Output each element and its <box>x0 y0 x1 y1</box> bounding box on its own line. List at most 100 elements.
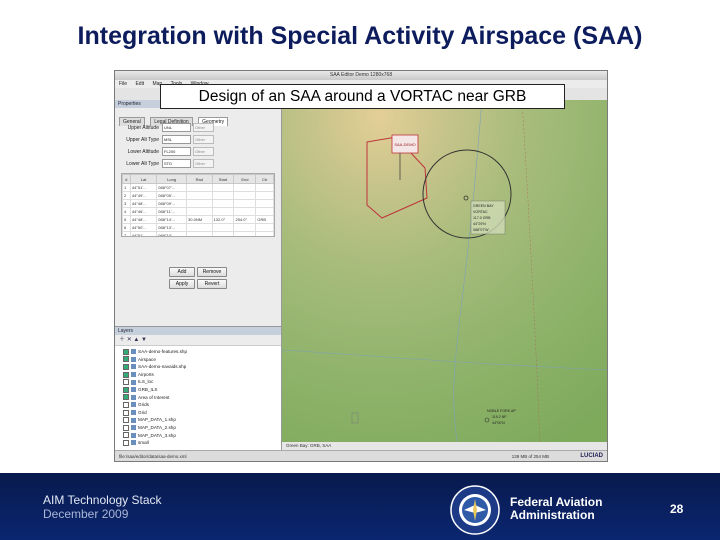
table-row[interactable]: 4 44°46'... 088°11'... <box>122 207 274 216</box>
page-number: 28 <box>670 502 684 516</box>
list-item[interactable]: Grids <box>123 401 281 409</box>
col-rad[interactable]: Rad <box>186 174 213 184</box>
table-cell <box>186 231 213 236</box>
table-cell: 088°07'... <box>156 183 188 192</box>
list-item[interactable]: Airports <box>123 371 281 379</box>
vertex-table-area[interactable]: # Lat Long Rad Start End Ctr 1 44°51'... 0… <box>121 173 275 237</box>
table-cell: 44°49'... <box>129 191 158 200</box>
layer-name: Area of Interest <box>138 394 170 400</box>
table-cell <box>211 191 235 200</box>
layer-name: Airspace <box>138 356 156 362</box>
list-item[interactable]: ILS_loc <box>123 378 281 386</box>
layer-name: MAP_DATA_2.shp <box>138 424 176 430</box>
layer-icon <box>131 425 136 431</box>
layer-name: MAP_DATA_3.shp <box>138 432 176 438</box>
layer-checkbox[interactable] <box>123 386 129 393</box>
upper-altitude-input[interactable]: UNL <box>162 123 191 132</box>
table-cell: 44°51'... <box>129 183 158 192</box>
add-layer-icon[interactable]: ＋ <box>119 337 125 343</box>
table-cell <box>255 223 274 232</box>
memory-status: 139 MB of 254 MB <box>511 454 549 459</box>
properties-panel: Properties General Legal Definition Geom… <box>115 100 282 461</box>
lower-alt-type-select[interactable]: STD <box>162 159 191 168</box>
layer-checkbox[interactable] <box>123 424 129 431</box>
footer-line1: AIM Technology Stack <box>43 493 162 507</box>
lower-alt-type-unit[interactable]: Other <box>193 159 214 168</box>
layer-icon <box>131 417 136 423</box>
upper-altitude-unit[interactable]: Other <box>193 123 214 132</box>
layer-checkbox[interactable] <box>123 439 129 446</box>
menu-file[interactable]: File <box>119 81 127 87</box>
move-down-icon[interactable]: ▼ <box>141 337 147 343</box>
list-item[interactable]: GRB_ILS <box>123 386 281 394</box>
layer-name: Airports <box>138 371 154 377</box>
layer-name: SAA-demo-features.shp <box>138 349 188 354</box>
upper-alt-type-select[interactable]: MSL <box>162 135 191 144</box>
table-row[interactable]: 7 44°51'... 088°10'... <box>122 231 274 236</box>
table-cell: 6 <box>122 223 131 232</box>
layer-checkbox[interactable] <box>123 379 129 386</box>
layer-icon <box>131 394 136 400</box>
layer-checkbox[interactable] <box>123 432 129 439</box>
table-cell <box>186 223 213 232</box>
list-item[interactable]: SAA-demo-navaids.shp <box>123 363 281 371</box>
lower-altitude-unit[interactable]: Other <box>193 147 214 156</box>
layer-checkbox[interactable] <box>123 356 129 363</box>
list-item[interactable]: Grid <box>123 409 281 417</box>
list-item[interactable]: MAP_DATA_1.shp <box>123 416 281 424</box>
list-item[interactable]: Area of Interest <box>123 394 281 402</box>
table-cell: 2 <box>122 191 131 200</box>
footer-text: AIM Technology Stack December 2009 <box>43 493 162 521</box>
apply-button[interactable]: Apply <box>169 279 195 289</box>
table-row[interactable]: 1 44°51'... 088°07'... <box>122 183 274 192</box>
callout-label: Design of an SAA around a VORTAC near GR… <box>160 84 565 109</box>
list-item[interactable]: MAP_DATA_2.shp <box>123 424 281 432</box>
list-item[interactable]: MAP_DATA_3.shp <box>123 432 281 440</box>
layer-checkbox[interactable] <box>123 394 129 401</box>
revert-button[interactable]: Revert <box>197 279 227 289</box>
table-cell: 30.0NM <box>186 215 213 224</box>
table-cell: 44°48'... <box>129 199 158 208</box>
table-row[interactable]: 2 44°49'... 088°05'... <box>122 191 274 200</box>
move-up-icon[interactable]: ▲ <box>133 337 139 343</box>
vertex-table: # Lat Long Rad Start End Ctr 1 44°51'... 0… <box>122 174 274 236</box>
layer-checkbox[interactable] <box>123 363 129 370</box>
col-lat[interactable]: Lat <box>129 174 158 184</box>
layer-checkbox[interactable] <box>123 401 129 408</box>
list-item[interactable]: Airspace <box>123 356 281 364</box>
map-canvas[interactable]: SAA-DEMO GREEN BAY VORTAC 117.0 GRB 44°2… <box>282 100 607 442</box>
table-row[interactable]: 5 44°48'... 088°14'... 30.0NM 132.0° 254.0° GR… <box>122 215 274 224</box>
layer-name: small <box>138 440 149 446</box>
vertex-table-body: 1 44°51'... 088°07'... 2 44°49'... 088°05'...… <box>122 183 274 236</box>
map-view[interactable]: SAA-DEMO GREEN BAY VORTAC 117.0 GRB 44°2… <box>282 100 607 442</box>
remove-button[interactable]: Remove <box>197 267 227 277</box>
upper-alt-type-unit[interactable]: Other <box>193 135 214 144</box>
add-button[interactable]: Add <box>169 267 195 277</box>
layer-toolbar: ＋ ✕ ▲ ▼ <box>115 335 281 346</box>
layer-checkbox[interactable] <box>123 371 129 378</box>
col-index[interactable]: # <box>122 174 131 184</box>
col-long[interactable]: Long <box>156 174 188 184</box>
table-cell <box>211 183 235 192</box>
col-end[interactable]: End <box>233 174 257 184</box>
layer-checkbox[interactable] <box>123 409 129 416</box>
col-start[interactable]: Start <box>211 174 235 184</box>
layer-checkbox[interactable] <box>123 417 129 424</box>
vortac-lon: 088°07'W <box>473 228 489 232</box>
table-row[interactable]: 6 44°50'... 088°13'... <box>122 223 274 232</box>
col-ctr[interactable]: Ctr <box>255 174 274 184</box>
layer-name: MAP_DATA_1.shp <box>138 417 176 423</box>
table-cell <box>186 207 213 216</box>
lower-altitude-input[interactable]: FL200 <box>162 147 191 156</box>
layer-name: GRB_ILS <box>138 386 158 392</box>
remove-layer-icon[interactable]: ✕ <box>127 337 132 343</box>
table-cell: 44°51'... <box>129 231 158 236</box>
table-cell: 254.0° <box>233 215 257 224</box>
list-item[interactable]: small <box>123 439 281 447</box>
layer-checkbox[interactable] <box>123 348 129 355</box>
table-row[interactable]: 3 44°48'... 088°09'... <box>122 199 274 208</box>
list-item[interactable]: SAA-demo-features.shp <box>123 348 281 356</box>
menu-edit[interactable]: Edit <box>135 81 144 87</box>
table-cell: 088°11'... <box>156 207 188 216</box>
lower-alt-type-row: Lower Alt Type STD Other <box>121 159 275 169</box>
